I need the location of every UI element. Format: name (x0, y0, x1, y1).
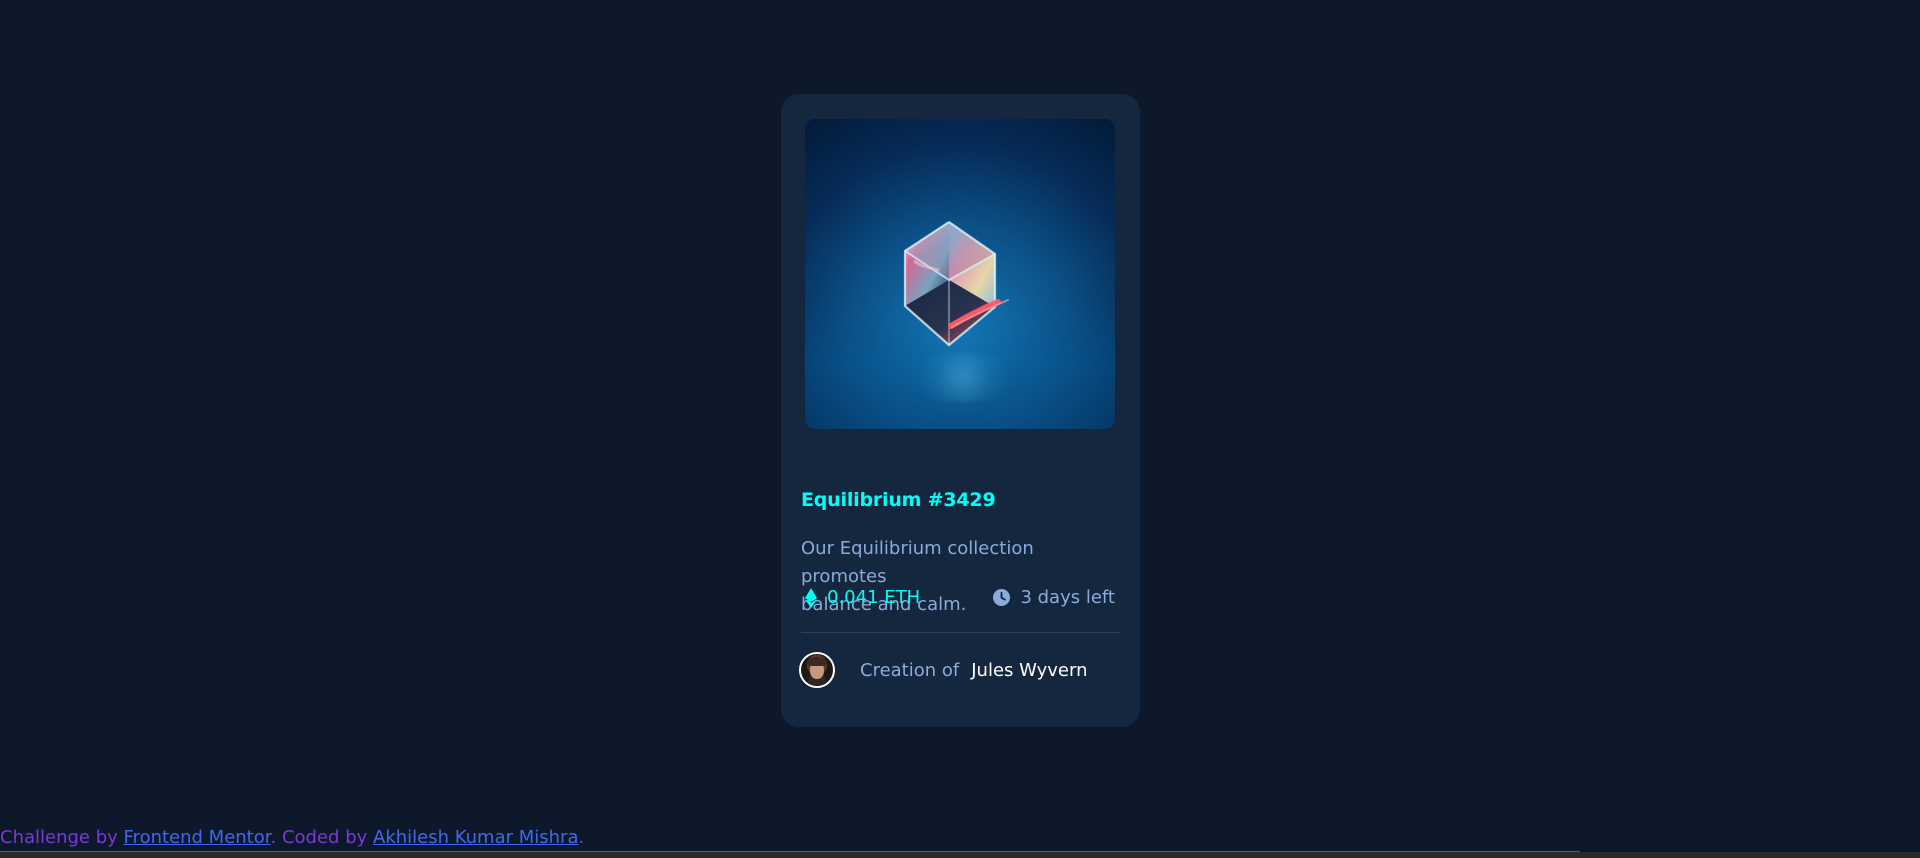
avatar (799, 652, 835, 688)
nft-preview-card: Equilibrium #3429 Our Equilibrium collec… (781, 94, 1140, 727)
time-left-group: 3 days left (993, 587, 1115, 608)
price-group: 0.041 ETH (805, 587, 920, 608)
creator-name[interactable]: Jules Wyvern (971, 660, 1087, 681)
time-left-text: 3 days left (1020, 587, 1115, 608)
creation-label: Creation of (860, 659, 960, 681)
price-value: 0.041 ETH (827, 587, 921, 608)
page: Equilibrium #3429 Our Equilibrium collec… (0, 0, 1920, 858)
nft-stats: 0.041 ETH 3 days left (801, 587, 1115, 615)
cube-illustration (903, 221, 1009, 347)
equilibrium-image[interactable] (805, 119, 1115, 429)
clock-icon (993, 589, 1011, 606)
footer-prefix: Challenge by (0, 827, 124, 848)
author-link[interactable]: Akhilesh Kumar Mishra (373, 827, 578, 848)
divider (801, 632, 1121, 633)
frontend-mentor-link[interactable]: Frontend Mentor (124, 827, 271, 848)
footer-middle: . Coded by (270, 827, 373, 848)
ethereum-icon (805, 587, 817, 608)
footer-suffix: . (578, 827, 585, 848)
nft-title[interactable]: Equilibrium #3429 (801, 489, 996, 511)
creator-row: Creation of Jules Wyvern (799, 650, 1119, 690)
attribution-footer: Challenge by Frontend Mentor. Coded by A… (0, 827, 584, 848)
bottom-strip (0, 852, 1920, 858)
